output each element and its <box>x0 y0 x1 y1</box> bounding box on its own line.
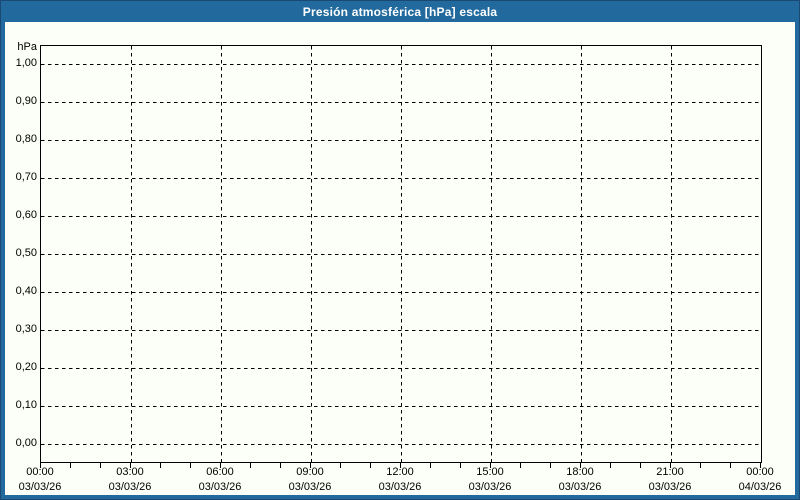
x-axis-time-label: 06:00 <box>185 466 255 479</box>
x-axis-time-label: 12:00 <box>365 466 435 479</box>
y-axis-label: 0,50 <box>5 246 37 260</box>
x-axis-time-label: 09:00 <box>275 466 345 479</box>
x-axis-date-label: 03/03/26 <box>5 481 75 494</box>
y-axis-label: 0,20 <box>5 360 37 374</box>
x-axis-date-label: 03/03/26 <box>545 481 615 494</box>
window-title: Presión atmosférica [hPa] escala <box>303 5 498 19</box>
y-axis-label: 0,10 <box>5 398 37 412</box>
y-axis-unit-label: hPa <box>5 40 37 54</box>
y-axis-label: 0,40 <box>5 284 37 298</box>
y-axis-label: 0,70 <box>5 170 37 184</box>
x-axis-date-label: 03/03/26 <box>365 481 435 494</box>
x-axis-date-label: 03/03/26 <box>275 481 345 494</box>
y-axis-label: 0,80 <box>5 132 37 146</box>
chart-window: Presión atmosférica [hPa] escala hPa 1,0… <box>0 0 800 500</box>
chart-content: hPa 1,00 0,90 0,80 0,70 0,60 0,50 0,40 0,30 0,20… <box>5 22 795 495</box>
y-axis-label: 1,00 <box>5 56 37 70</box>
y-axis-label: 0,90 <box>5 94 37 108</box>
grid-lines <box>41 46 761 462</box>
x-axis-time-label: 03:00 <box>95 466 165 479</box>
x-axis-time-label: 18:00 <box>545 466 615 479</box>
x-axis-date-label: 03/03/26 <box>455 481 525 494</box>
y-axis-label: 0,30 <box>5 322 37 336</box>
x-axis-time-label: 15:00 <box>455 466 525 479</box>
x-axis-time-label: 21:00 <box>635 466 705 479</box>
window-titlebar: Presión atmosférica [hPa] escala <box>1 1 799 22</box>
x-axis-date-label: 03/03/26 <box>95 481 165 494</box>
y-axis-label: 0,60 <box>5 208 37 222</box>
x-axis-date-label: 04/03/26 <box>725 481 795 494</box>
x-axis-date-label: 03/03/26 <box>635 481 705 494</box>
x-axis-time-label: 00:00 <box>5 466 75 479</box>
x-axis-date-label: 03/03/26 <box>185 481 255 494</box>
x-axis-time-label: 00:00 <box>725 466 795 479</box>
y-axis-label: 0,00 <box>5 436 37 450</box>
plot-area <box>40 45 762 463</box>
